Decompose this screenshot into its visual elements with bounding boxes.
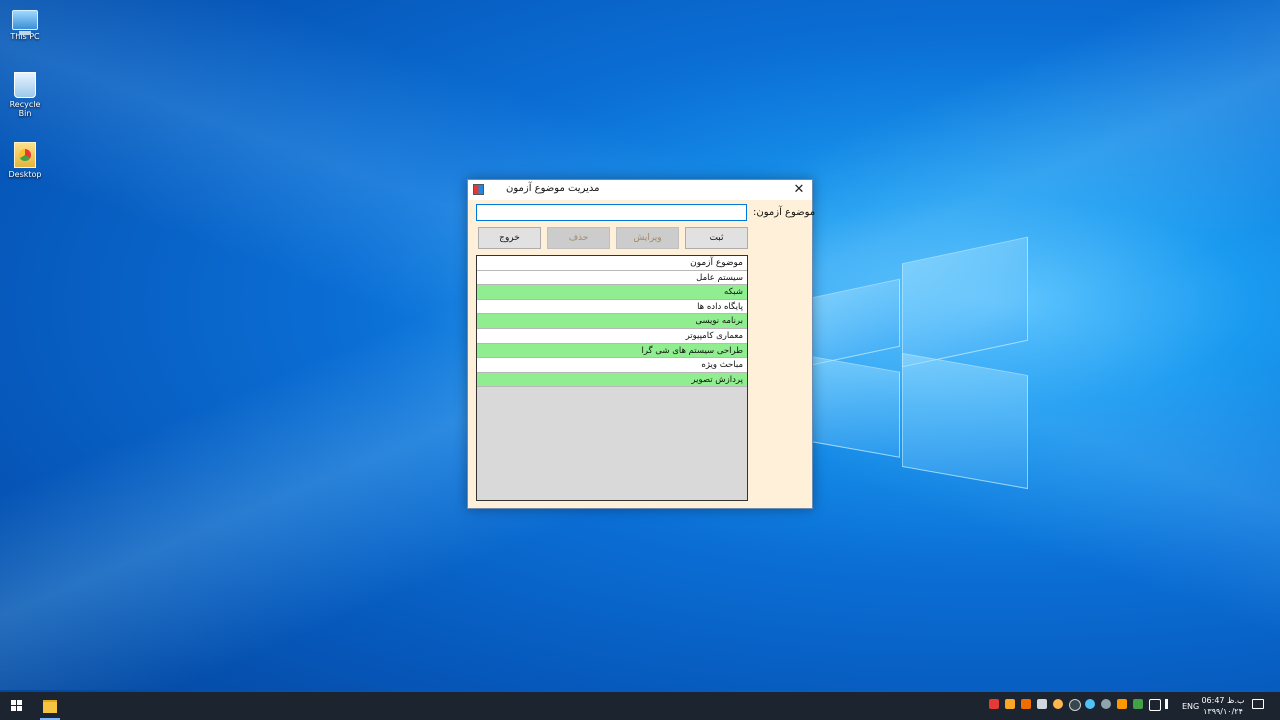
tray-app-icon[interactable] <box>1037 699 1047 709</box>
window-title: مدیریت موضوع آزمون <box>506 183 600 194</box>
tray-app-icon[interactable] <box>1101 699 1111 709</box>
tray-app-icon[interactable] <box>1085 699 1095 709</box>
clock-time: ب.ظ 06:47 <box>1201 696 1245 705</box>
shortcut-icon <box>14 142 36 168</box>
desktop-icon-label: Desktop <box>8 170 42 179</box>
volume-icon[interactable] <box>1165 699 1178 709</box>
search-tray-icon[interactable] <box>1117 699 1127 709</box>
desktop-icon-desktop[interactable]: Desktop <box>4 142 46 179</box>
wallpaper-logo-pane <box>812 356 900 458</box>
start-button[interactable] <box>0 692 34 720</box>
subject-input[interactable] <box>476 204 747 221</box>
windows-logo-icon <box>11 700 16 705</box>
subject-label: موضوع آزمون: <box>753 207 816 218</box>
form-client-area: موضوع آزمون: ثبت ویرایش حذف خروج موضوع آ… <box>468 200 816 508</box>
taskbar: ENG ب.ظ 06:47 ۱۳۹۹/۱۰/۲۴ <box>0 692 1280 720</box>
windows-logo-icon <box>17 700 22 705</box>
desktop-icon-this-pc[interactable]: This PC <box>4 6 46 41</box>
tray-app-icon[interactable] <box>1069 699 1081 711</box>
file-explorer-taskbar-button[interactable] <box>36 692 64 720</box>
language-indicator[interactable]: ENG <box>1182 702 1199 711</box>
tray-app-icon[interactable] <box>989 699 999 709</box>
tray-app-icon[interactable] <box>1021 699 1031 709</box>
close-button[interactable]: ✕ <box>786 180 812 200</box>
subject-management-window: مدیریت موضوع آزمون ✕ موضوع آزمون: ثبت وی… <box>467 179 816 509</box>
desktop-icon-label: Recycle Bin <box>9 100 41 118</box>
list-header: موضوع آزمون <box>477 256 747 271</box>
app-icon <box>473 184 484 195</box>
list-item[interactable]: معماری کامپیوتر <box>477 328 747 344</box>
wallpaper-logo-pane <box>902 236 1028 368</box>
list-item[interactable]: سیستم عامل <box>477 270 747 286</box>
list-item[interactable]: پایگاه داده ها <box>477 299 747 315</box>
wallpaper-logo-pane <box>812 278 900 366</box>
folder-icon <box>43 700 57 713</box>
delete-button[interactable]: حذف <box>547 227 610 249</box>
clock[interactable]: ب.ظ 06:47 ۱۳۹۹/۱۰/۲۴ <box>1200 695 1246 717</box>
list-item[interactable]: برنامه نویسی <box>477 314 747 329</box>
list-item[interactable]: مباحث ویژه <box>477 358 747 373</box>
computer-icon <box>12 10 38 35</box>
recycle-bin-icon <box>14 72 36 98</box>
wallpaper-logo-pane <box>902 352 1028 490</box>
title-bar[interactable]: مدیریت موضوع آزمون ✕ <box>468 180 812 200</box>
windows-logo-icon <box>11 706 16 711</box>
list-item[interactable]: پردازش تصویر <box>477 372 747 388</box>
tray-app-icon[interactable] <box>1133 699 1143 709</box>
exit-button[interactable]: خروج <box>478 227 541 249</box>
clock-date: ۱۳۹۹/۱۰/۲۴ <box>1203 707 1243 716</box>
list-item[interactable]: طراحی سیستم های شی گرا <box>477 343 747 359</box>
network-icon[interactable] <box>1149 699 1161 711</box>
save-button[interactable]: ثبت <box>685 227 748 249</box>
notification-center-icon[interactable] <box>1252 699 1264 709</box>
list-item[interactable]: شبکه <box>477 285 747 300</box>
subject-list[interactable]: موضوع آزمون سیستم عامل شبکه پایگاه داده … <box>476 255 748 501</box>
tray-app-icon[interactable] <box>1053 699 1063 709</box>
windows-logo-icon <box>17 706 22 711</box>
edit-button[interactable]: ویرایش <box>616 227 679 249</box>
tray-app-icon[interactable] <box>1005 699 1015 709</box>
desktop-icon-recycle-bin[interactable]: Recycle Bin <box>4 72 46 118</box>
